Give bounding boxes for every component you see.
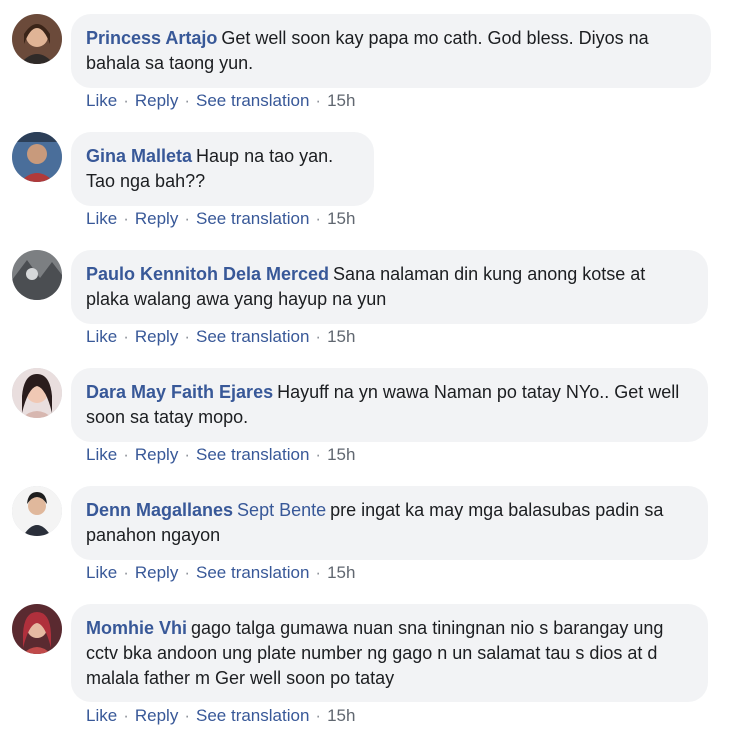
separator: · xyxy=(184,706,190,725)
separator: · xyxy=(123,91,129,110)
avatar[interactable] xyxy=(12,368,62,418)
comment-actions: Like · Reply · See translation · 15h xyxy=(86,327,355,347)
avatar[interactable] xyxy=(12,132,62,182)
like-button[interactable]: Like xyxy=(86,445,117,465)
comment-actions: Like · Reply · See translation · 15h xyxy=(86,209,355,229)
reply-button[interactable]: Reply xyxy=(135,445,178,465)
separator: · xyxy=(123,445,129,464)
timestamp[interactable]: 15h xyxy=(327,209,355,229)
comment-bubble: Princess Artajo Get well soon kay papa mo… xyxy=(71,14,711,88)
separator: · xyxy=(123,706,129,725)
see-translation-link[interactable]: See translation xyxy=(196,209,309,229)
see-translation-link[interactable]: See translation xyxy=(196,327,309,347)
comment-author[interactable]: Momhie Vhi xyxy=(86,618,187,638)
see-translation-link[interactable]: See translation xyxy=(196,91,309,111)
comment-bubble: Denn Magallanes Sept Bente pre ingat ka ma… xyxy=(71,486,708,560)
separator: · xyxy=(184,445,190,464)
avatar[interactable] xyxy=(12,250,62,300)
separator: · xyxy=(315,327,322,346)
see-translation-link[interactable]: See translation xyxy=(196,445,309,465)
comment-author[interactable]: Denn Magallanes xyxy=(86,500,233,520)
timestamp[interactable]: 15h xyxy=(327,445,355,465)
comment-actions: Like · Reply · See translation · 15h xyxy=(86,445,355,465)
reply-button[interactable]: Reply xyxy=(135,327,178,347)
comment-actions: Like · Reply · See translation · 15h xyxy=(86,706,355,726)
timestamp[interactable]: 15h xyxy=(327,706,355,726)
separator: · xyxy=(315,209,322,228)
separator: · xyxy=(123,563,129,582)
separator: · xyxy=(123,209,129,228)
separator: · xyxy=(184,91,190,110)
avatar[interactable] xyxy=(12,604,62,654)
reply-button[interactable]: Reply xyxy=(135,706,178,726)
reply-button[interactable]: Reply xyxy=(135,209,178,229)
tagged-user-link[interactable]: Sept Bente xyxy=(237,500,326,520)
reply-button[interactable]: Reply xyxy=(135,563,178,583)
timestamp[interactable]: 15h xyxy=(327,327,355,347)
comment-author[interactable]: Dara May Faith Ejares xyxy=(86,382,273,402)
separator: · xyxy=(184,327,190,346)
separator: · xyxy=(315,706,322,725)
like-button[interactable]: Like xyxy=(86,563,117,583)
comment-author[interactable]: Gina Malleta xyxy=(86,146,192,166)
like-button[interactable]: Like xyxy=(86,209,117,229)
comment-author[interactable]: Paulo Kennitoh Dela Merced xyxy=(86,264,329,284)
like-button[interactable]: Like xyxy=(86,91,117,111)
separator: · xyxy=(184,209,190,228)
comment-actions: Like · Reply · See translation · 15h xyxy=(86,563,355,583)
separator: · xyxy=(315,563,322,582)
see-translation-link[interactable]: See translation xyxy=(196,563,309,583)
comment-bubble: Gina Malleta Haup na tao yan. Tao nga bah… xyxy=(71,132,374,206)
separator: · xyxy=(315,91,322,110)
comment-bubble: Dara May Faith Ejares Hayuff na yn wawa N… xyxy=(71,368,708,442)
avatar[interactable] xyxy=(12,486,62,536)
comment-author[interactable]: Princess Artajo xyxy=(86,28,217,48)
separator: · xyxy=(315,445,322,464)
timestamp[interactable]: 15h xyxy=(327,91,355,111)
separator: · xyxy=(123,327,129,346)
comment-bubble: Paulo Kennitoh Dela Merced Sana nalaman d… xyxy=(71,250,708,324)
like-button[interactable]: Like xyxy=(86,327,117,347)
separator: · xyxy=(184,563,190,582)
comment-actions: Like · Reply · See translation · 15h xyxy=(86,91,355,111)
timestamp[interactable]: 15h xyxy=(327,563,355,583)
like-button[interactable]: Like xyxy=(86,706,117,726)
reply-button[interactable]: Reply xyxy=(135,91,178,111)
comment-bubble: Momhie Vhi gago talga gumawa nuan sna tin… xyxy=(71,604,708,702)
avatar[interactable] xyxy=(12,14,62,64)
see-translation-link[interactable]: See translation xyxy=(196,706,309,726)
